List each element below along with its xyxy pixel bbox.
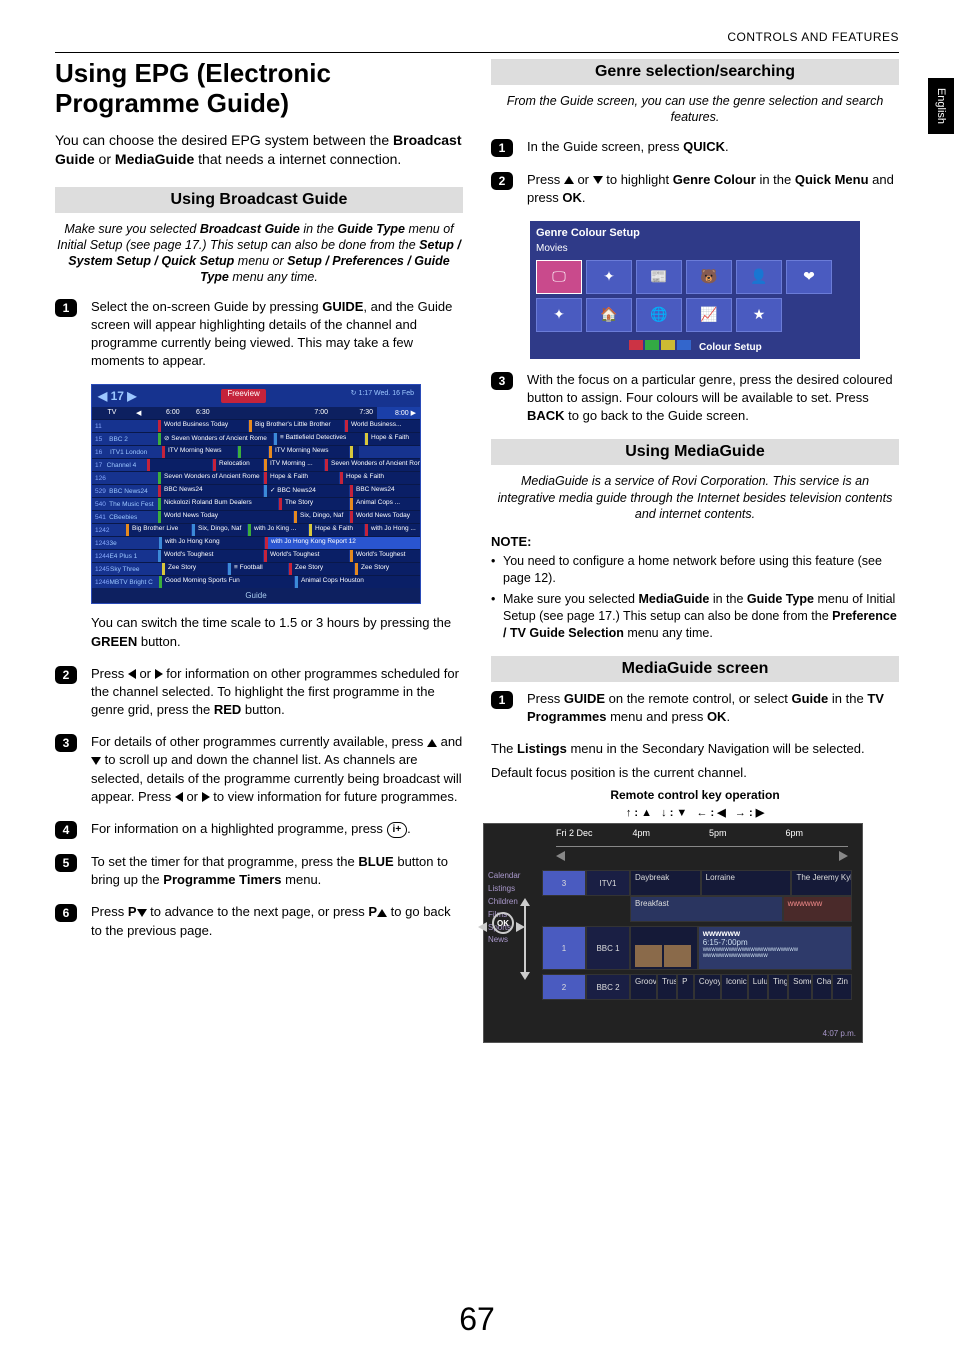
page-number: 67 bbox=[0, 1301, 954, 1338]
remote-caption: Remote control key operation bbox=[491, 788, 899, 802]
colour-setup-row: Colour Setup bbox=[536, 340, 854, 353]
section-mediaguide-screen: MediaGuide screen bbox=[491, 656, 899, 682]
page-title: Using EPG (Electronic Programme Guide) bbox=[55, 59, 463, 119]
epg-screenshot: ◀ 17 ▶ Freeview ↻ 1:17 Wed. 16 Feb TV ◀ … bbox=[91, 384, 421, 604]
section-broadcast-guide: Using Broadcast Guide bbox=[55, 187, 463, 213]
header-rule bbox=[55, 52, 899, 53]
genre-icon-movies: 🖵 bbox=[536, 260, 582, 294]
step-badge-1: 1 bbox=[55, 299, 77, 317]
genre-note: From the Guide screen, you can use the g… bbox=[491, 93, 899, 126]
arrow-up-icon bbox=[564, 176, 574, 184]
broadcast-step-6: 6 Press P to advance to the next page, o… bbox=[55, 903, 463, 939]
epg-caption: You can switch the time scale to 1.5 or … bbox=[91, 614, 463, 650]
genre-icon: ✦ bbox=[536, 298, 582, 332]
broadcast-step-2: 2 Press or for information on other prog… bbox=[55, 665, 463, 720]
info-button-icon: i+ bbox=[387, 822, 408, 838]
arrow-left-icon bbox=[175, 792, 183, 802]
arrow-up-icon bbox=[377, 909, 387, 917]
arrow-up-icon bbox=[427, 739, 437, 747]
step-badge-6: 6 bbox=[55, 904, 77, 922]
default-focus-para: Default focus position is the current ch… bbox=[491, 764, 899, 782]
genre-icon: ★ bbox=[736, 298, 782, 332]
broadcast-step-4: 4 For information on a highlighted progr… bbox=[55, 820, 463, 839]
genre-colour-popup: Genre Colour Setup Movies 🖵 ✦ 📰 🐻 👤 ❤ ✦ … bbox=[530, 221, 860, 359]
genre-icon: 👤 bbox=[736, 260, 782, 294]
step-badge-1: 1 bbox=[491, 691, 513, 709]
section-mediaguide: Using MediaGuide bbox=[491, 439, 899, 465]
mediaguide-screenshot: Fri 2 Dec 4pm 5pm 6pm CalendarListingsCh… bbox=[483, 823, 863, 1043]
broadcast-step-1: 1 Select the on-screen Guide by pressing… bbox=[55, 298, 463, 371]
media-step-1: 1 Press GUIDE on the remote control, or … bbox=[491, 690, 899, 726]
genre-icon: ✦ bbox=[586, 260, 632, 294]
genre-step-1: 1 In the Guide screen, press QUICK. bbox=[491, 138, 899, 157]
step-badge-2: 2 bbox=[491, 172, 513, 190]
note-label: NOTE: bbox=[491, 534, 899, 549]
step-badge-1: 1 bbox=[491, 139, 513, 157]
genre-icon: 📰 bbox=[636, 260, 682, 294]
step-badge-5: 5 bbox=[55, 854, 77, 872]
mediaguide-note: MediaGuide is a service of Rovi Corporat… bbox=[491, 473, 899, 522]
genre-icon: 📈 bbox=[686, 298, 732, 332]
section-genre: Genre selection/searching bbox=[491, 59, 899, 85]
genre-step-2: 2 Press or to highlight Genre Colour in … bbox=[491, 171, 899, 207]
broadcast-step-5: 5 To set the timer for that programme, p… bbox=[55, 853, 463, 889]
clock-label: 4:07 p.m. bbox=[823, 1029, 856, 1038]
genre-icon: 🐻 bbox=[686, 260, 732, 294]
arrow-left-icon bbox=[128, 669, 136, 679]
header-breadcrumb: CONTROLS AND FEATURES bbox=[55, 30, 899, 44]
mediaguide-notes: You need to configure a home network bef… bbox=[491, 553, 899, 641]
step-badge-2: 2 bbox=[55, 666, 77, 684]
step-badge-4: 4 bbox=[55, 821, 77, 839]
genre-step-3: 3 With the focus on a particular genre, … bbox=[491, 371, 899, 426]
genre-icon: 🌐 bbox=[636, 298, 682, 332]
step-badge-3: 3 bbox=[491, 372, 513, 390]
arrow-right-icon bbox=[155, 669, 163, 679]
arrow-right-icon bbox=[202, 792, 210, 802]
step-badge-3: 3 bbox=[55, 734, 77, 752]
intro-text: You can choose the desired EPG system be… bbox=[55, 131, 463, 169]
genre-icon: 🏠 bbox=[586, 298, 632, 332]
broadcast-setup-note: Make sure you selected Broadcast Guide i… bbox=[55, 221, 463, 286]
genre-icon: ❤ bbox=[786, 260, 832, 294]
arrow-down-icon bbox=[137, 909, 147, 917]
language-tab: English bbox=[928, 78, 954, 134]
arrow-down-icon bbox=[593, 176, 603, 184]
broadcast-step-3: 3 For details of other programmes curren… bbox=[55, 733, 463, 806]
remote-key-map: ↑ : ▲ ↓ : ▼ ← : ◀ → : ▶ bbox=[491, 806, 899, 819]
listings-selected-para: The Listings menu in the Secondary Navig… bbox=[491, 740, 899, 758]
arrow-down-icon bbox=[91, 757, 101, 765]
